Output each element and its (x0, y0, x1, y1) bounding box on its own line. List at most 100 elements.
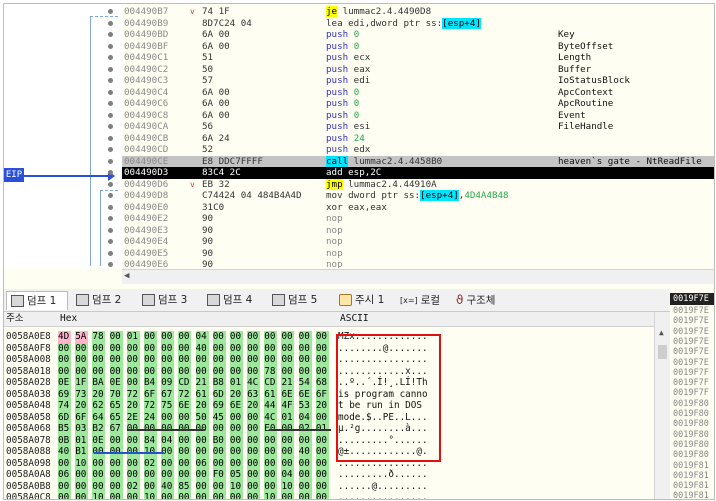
stack-address[interactable]: 0019F81 (673, 491, 709, 499)
disasm-row[interactable]: 004490C8 6A 00 push 0 Event (122, 110, 714, 122)
disasm-row[interactable]: 004490BF 6A 00 push 0 ByteOffset (122, 41, 714, 53)
disasm-row[interactable]: 004490CB 6A 24 push 24 (122, 133, 714, 145)
stack-address[interactable]: 0019F80 (673, 450, 709, 460)
stack-address[interactable]: 0019F80 (673, 419, 709, 429)
dump-row[interactable]: 0058A078 0B 01 0E 00 00 84 04 00 00 B0 00 00 00 00 00 00… (4, 434, 654, 446)
stack-address[interactable]: 0019F81 (673, 481, 709, 491)
disasm-row[interactable]: 004490E0 31C0 xor eax,eax (122, 202, 714, 214)
stack-address[interactable]: 0019F7E (673, 327, 709, 337)
stack-address[interactable]: 0019F7E (673, 337, 709, 347)
disassembly-hscrollbar[interactable]: ◀ (122, 269, 714, 284)
dump-vscrollbar[interactable]: ▲ (654, 312, 671, 499)
disasm-row[interactable]: 004490C1 51 push ecx Length (122, 52, 714, 64)
dump-row[interactable]: 0058A058 6D 6F 64 65 2E 24 00 00 50 45 00 00 4C 01 04 00… (4, 411, 654, 423)
disasm-row[interactable]: 004490C4 6A 00 push 0 ApcContext (122, 87, 714, 99)
stack-address[interactable]: 0019F7F (673, 388, 709, 398)
stack-address[interactable]: 0019F7E (673, 316, 709, 326)
dump-icon (142, 294, 155, 306)
tab-2[interactable]: 덤프 2 (72, 291, 134, 310)
disasm-row[interactable]: 004490B9 8D7C24 04 lea edi,dword ptr ss:[e… (122, 17, 714, 30)
instruction-text: add esp,2C (326, 167, 382, 178)
breakpoint-dot-icon[interactable] (108, 55, 113, 60)
disasm-row[interactable]: 004490E4 90 nop (122, 236, 714, 248)
stack-address[interactable]: 0019F81 (673, 461, 709, 471)
disasm-row[interactable]: 004490CE E8 DDC7FFFF call lummac2.4.4458B0… (122, 155, 714, 167)
disasm-row[interactable]: 004490E5 90 nop (122, 248, 714, 260)
breakpoint-dot-icon[interactable] (108, 216, 113, 221)
dump-row[interactable]: 0058A038 69 73 20 70 72 6F 67 72 61 6D 20 63 61 6E 6E 6F… (4, 388, 654, 400)
stack-address[interactable]: 0019F7F (673, 368, 709, 378)
disasm-row[interactable]: 004490C6 6A 00 push 0 ApcRoutine (122, 98, 714, 110)
stack-address[interactable]: 0019F81 (673, 471, 709, 481)
tab-4[interactable]: 덤프 4 (203, 291, 265, 310)
breakpoint-dot-icon[interactable] (108, 170, 113, 175)
stack-address[interactable]: 0019F7E (673, 306, 709, 316)
breakpoint-dot-icon[interactable] (108, 135, 113, 141)
breakpoint-dot-icon[interactable] (108, 43, 113, 49)
stack-address[interactable]: 0019F80 (673, 409, 709, 419)
stack-address[interactable]: 0019F80 (673, 399, 709, 409)
disasm-row[interactable]: 004490E6 90 nop (122, 259, 714, 268)
tab-7[interactable]: [x=] 로컬 (396, 291, 448, 310)
dump-row[interactable]: 0058A0E8 4D 5A 78 00 01 00 00 00 04 00 00 00 00 00 00 00… (4, 331, 654, 343)
dump-row[interactable]: 0058A098 00 10 00 00 00 02 00 00 06 00 00 00 00 00 00 00… (4, 457, 654, 469)
disasm-row[interactable]: 004490C2 50 push eax Buffer (122, 64, 714, 76)
dump-row[interactable]: 0058A0F8 00 00 00 00 00 00 00 00 40 00 00 00 00 00 00 00… (4, 342, 654, 354)
dump-row[interactable]: 0058A0B8 00 00 00 00 02 00 40 85 00 00 10 00 00 10 00 00… (4, 480, 654, 492)
stack-address[interactable]: 0019F80 (673, 430, 709, 440)
tab-6[interactable]: 주시 1 (335, 291, 391, 310)
breakpoint-dot-icon[interactable] (108, 9, 113, 14)
disassembly-pane[interactable]: EIP 004490B7 v 74 1F je lummac2.4.4490D8 004… (4, 4, 714, 268)
disasm-row[interactable]: 004490CA 56 push esi FileHandle (122, 121, 714, 133)
stack-address[interactable]: 0019F7E (673, 358, 709, 368)
scroll-thumb[interactable] (658, 345, 667, 359)
tab-3[interactable]: 덤프 3 (138, 291, 200, 310)
instruction-comment: FileHandle (558, 121, 614, 132)
tab-8[interactable]: ϑ 구조체 (452, 291, 510, 310)
dump-row[interactable]: 0058A048 74 20 62 65 20 72 75 6E 20 69 6E 20 44 4F 53 20… (4, 400, 654, 412)
dump-row[interactable]: 0058A028 0E 1F BA 0E 00 B4 09 CD 21 B8 01 4C CD 21 54 68… (4, 377, 654, 389)
disasm-row[interactable]: 004490E3 90 nop (122, 225, 714, 237)
breakpoint-dot-icon[interactable] (108, 250, 113, 256)
stack-address[interactable]: 0019F7E (673, 347, 709, 357)
stack-pane[interactable]: 0019F7E 0019F7E 0019F7E 0019F7E 0019F7E 0019… (670, 289, 714, 499)
breakpoint-dot-icon[interactable] (108, 227, 113, 233)
disasm-row[interactable]: 004490E2 90 nop (122, 213, 714, 225)
breakpoint-dot-icon[interactable] (108, 193, 113, 198)
scroll-up-icon[interactable]: ▲ (659, 328, 664, 337)
disasm-row[interactable]: 004490BD 6A 00 push 0 Key (122, 29, 714, 41)
disasm-row[interactable]: 004490D8 C74424 04 484B4A4D mov dword ptr … (122, 190, 714, 202)
scroll-left-icon[interactable]: ◀ (124, 271, 134, 282)
breakpoint-dot-icon[interactable] (108, 66, 113, 72)
breakpoint-dot-icon[interactable] (108, 78, 113, 83)
breakpoint-dot-icon[interactable] (108, 239, 113, 244)
disasm-row[interactable]: 004490C3 57 push edi IoStatusBlock (122, 75, 714, 87)
tab-label: 로컬 (420, 294, 441, 307)
breakpoint-dot-icon[interactable] (108, 181, 113, 187)
instruction-address: 004490CA (124, 121, 169, 132)
breakpoint-dot-icon[interactable] (108, 112, 113, 118)
breakpoint-dot-icon[interactable] (108, 89, 113, 95)
breakpoint-dot-icon[interactable] (108, 204, 113, 210)
dump-row[interactable]: 0058A018 00 00 00 00 00 00 00 00 00 00 00 00 78 00 00 00… (4, 365, 654, 377)
dump-pane[interactable]: 주소 Hex ASCII 0058A0E8 4D 5A 78 00 01 00 00 00 04 0… (4, 312, 654, 499)
stack-address[interactable]: 0019F80 (673, 440, 709, 450)
breakpoint-dot-icon[interactable] (108, 32, 113, 37)
breakpoint-dot-icon[interactable] (108, 20, 113, 26)
breakpoint-dot-icon[interactable] (108, 147, 113, 152)
stack-address[interactable]: 0019F7F (673, 378, 709, 388)
breakpoint-dot-icon[interactable] (108, 262, 113, 267)
breakpoint-dot-icon[interactable] (108, 124, 113, 129)
disasm-row[interactable]: 004490D6 v EB 32 jmp lummac2.4.44910A (122, 178, 714, 191)
instruction-address: 004490C2 (124, 63, 169, 75)
disasm-row[interactable]: 004490CD 52 push edx (122, 144, 714, 156)
disasm-row[interactable]: 004490D3 83C4 2C add esp,2C (122, 167, 714, 179)
tab-5[interactable]: 덤프 5 (268, 291, 330, 310)
dump-row[interactable]: 0058A0A8 06 00 00 00 00 00 00 00 00 F0 05 00 00 04 00 00… (4, 469, 654, 481)
breakpoint-dot-icon[interactable] (108, 101, 113, 106)
dump-row[interactable]: 0058A0C8 00 00 10 00 00 10 00 00 00 00 00 00 10 00 00 00… (4, 492, 654, 499)
breakpoint-dot-icon[interactable] (108, 158, 113, 164)
dump-row[interactable]: 0058A008 00 00 00 00 00 00 00 00 00 00 00 00 00 00 00 00… (4, 354, 654, 366)
tab-1[interactable]: 덤프 1 (6, 291, 68, 310)
disasm-row[interactable]: 004490B7 v 74 1F je lummac2.4.4490D8 (122, 6, 714, 18)
